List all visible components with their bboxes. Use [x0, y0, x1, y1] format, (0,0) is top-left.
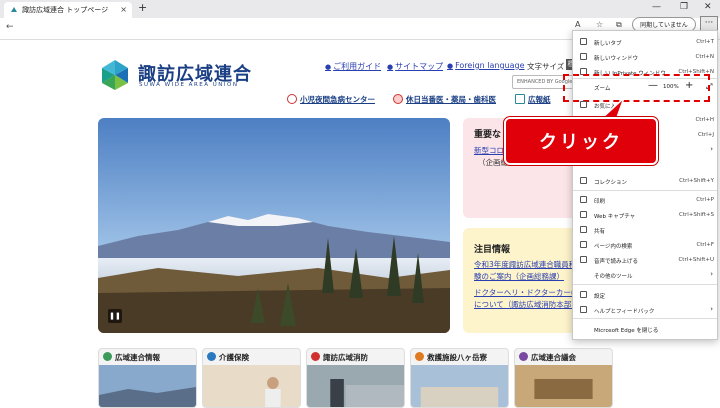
care-icon [207, 352, 216, 361]
favorites-icon [580, 101, 587, 108]
chevron-right-icon: › [710, 145, 713, 153]
new-window-icon [580, 53, 587, 60]
menu-item-find[interactable]: ページ内の検索 Ctrl+F [572, 239, 718, 251]
important-notice-title: 重要な [474, 130, 502, 140]
card-yatsugatake-facility[interactable]: 救護施設八ヶ岳寮 [410, 348, 509, 408]
read-aloud-icon [580, 256, 587, 263]
card-photo [515, 365, 612, 407]
card-union-info[interactable]: 広域連合情報 [98, 348, 197, 408]
gear-icon [580, 291, 587, 298]
site-logo-subtext: SUWA WIDE AREA UNION [139, 82, 239, 88]
zoom-highlight-box [563, 74, 710, 102]
assembly-icon [519, 352, 528, 361]
newsletter-link[interactable]: 広報紙 [515, 94, 551, 105]
help-icon [580, 306, 587, 313]
back-icon[interactable]: ← [6, 22, 14, 32]
important-notice-link[interactable]: 新型コロ [474, 145, 504, 156]
print-icon [580, 196, 587, 203]
bullet-icon: ● [387, 63, 394, 71]
menu-item-close-edge[interactable]: Microsoft Edge を閉じる [572, 323, 718, 335]
card-fire-department[interactable]: 諏訪広域消防 [306, 348, 405, 408]
menu-item-print[interactable]: 印刷 Ctrl+P [572, 194, 718, 206]
card-assembly[interactable]: 広域連合議会 [514, 348, 613, 408]
menu-divider [573, 318, 717, 319]
holiday-doctor-link[interactable]: 休日当番医・薬局・歯科医 [393, 94, 496, 105]
chevron-right-icon: › [710, 305, 713, 313]
menu-divider [573, 190, 717, 191]
card-care-insurance[interactable]: 介護保険 [202, 348, 301, 408]
attention-title: 注目情報 [474, 245, 511, 255]
web-capture-icon [580, 211, 587, 218]
favorites-star-icon[interactable]: ☆ [596, 20, 603, 29]
profile-label: 同期していません [640, 22, 688, 29]
share-icon [580, 226, 587, 233]
attention-link[interactable]: ドクターヘリ・ドクターカー( [474, 287, 574, 298]
card-photo [307, 365, 404, 407]
card-photo [411, 365, 508, 407]
menu-item-web-capture[interactable]: Web キャプチャ Ctrl+Shift+S [572, 209, 718, 221]
leaf-icon [103, 352, 112, 361]
attention-link[interactable]: 令和3年度諏訪広域連合職員科 [474, 259, 576, 270]
new-tab-icon [580, 38, 587, 45]
slideshow-pause-button[interactable]: ❚❚ [108, 309, 122, 323]
bullet-icon: ● [325, 63, 332, 71]
menu-item-help[interactable]: ヘルプとフィードバック › [572, 304, 718, 316]
menu-item-settings[interactable]: 設定 [572, 289, 718, 301]
menu-item-new-tab[interactable]: 新しいタブ Ctrl+T [572, 36, 718, 48]
site-favicon-icon [11, 7, 17, 12]
attention-link[interactable]: 験のご案内（企画総務課） [474, 271, 564, 282]
menu-item-share[interactable]: 共有 [572, 224, 718, 236]
click-callout: クリック [504, 117, 658, 165]
card-photo [203, 365, 300, 407]
new-tab-button[interactable]: + [138, 1, 147, 14]
menu-item-new-window[interactable]: 新しいウィンドウ Ctrl+N [572, 51, 718, 63]
menu-item-read-aloud[interactable]: 音声で読み上げる Ctrl+Shift+U [572, 254, 718, 266]
pediatric-night-clinic-link[interactable]: 小児夜間急病センター [287, 94, 375, 105]
bullet-icon: ● [447, 62, 454, 70]
site-logo-icon [102, 60, 128, 90]
menu-item-more-tools[interactable]: その他のツール › [572, 269, 718, 281]
attention-link[interactable]: について（諏訪広域消防本部) [474, 299, 574, 310]
sitemap-link[interactable]: ● サイトマップ [387, 61, 443, 72]
foreign-language-link[interactable]: ● Foreign language [447, 61, 525, 70]
read-aloud-icon[interactable]: A [575, 20, 580, 29]
facility-icon [415, 352, 424, 361]
browser-tab[interactable]: 諏訪広域連合 トップページ × [4, 2, 132, 18]
guide-link[interactable]: ● ご利用ガイド [325, 61, 381, 72]
minimize-button[interactable]: — [652, 2, 661, 12]
hero-mountain-photo [98, 118, 450, 333]
clinic-icon [287, 94, 297, 104]
menu-item-favorites[interactable]: お気に入り [572, 99, 718, 111]
menu-item-collections[interactable]: コレクション Ctrl+Shift+Y [572, 175, 718, 187]
medical-icon [393, 94, 403, 104]
card-photo [99, 365, 196, 407]
book-icon [515, 94, 525, 104]
fire-icon [311, 352, 320, 361]
maximize-button[interactable]: ❐ [680, 2, 688, 12]
close-tab-icon[interactable]: × [120, 5, 127, 14]
text-size-label: 文字サイズ [527, 62, 565, 71]
chevron-right-icon: › [710, 270, 713, 278]
close-window-button[interactable]: ✕ [704, 2, 712, 12]
tab-title: 諏訪広域連合 トップページ [22, 6, 109, 14]
collections-icon [580, 177, 587, 184]
find-icon [580, 241, 587, 248]
menu-divider [573, 284, 717, 285]
collections-icon[interactable]: ⧉ [616, 20, 622, 30]
